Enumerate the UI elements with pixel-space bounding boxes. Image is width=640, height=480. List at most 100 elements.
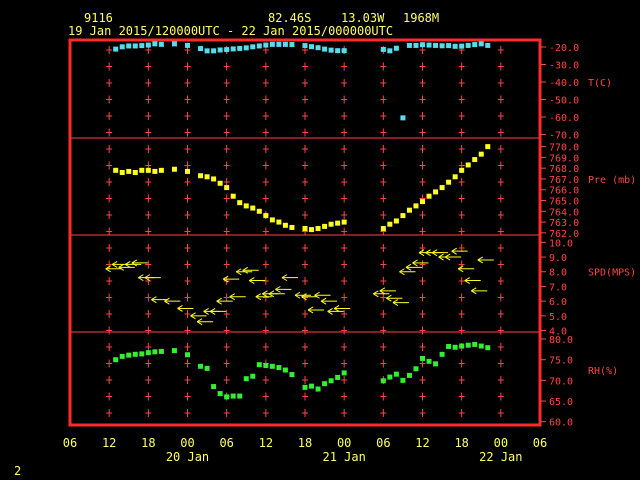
data-point xyxy=(322,46,328,52)
y-tick-label: 765.0 xyxy=(549,197,579,208)
data-point xyxy=(171,41,177,47)
data-point xyxy=(198,363,204,369)
data-point xyxy=(420,199,425,205)
data-point xyxy=(465,162,471,168)
y-tick-label: 763.0 xyxy=(549,218,579,229)
y-tick-label: 70.0 xyxy=(549,376,573,387)
x-tick-label: 18 xyxy=(141,436,155,450)
data-point xyxy=(433,361,439,367)
grid-crosses xyxy=(106,46,504,417)
data-point xyxy=(439,185,445,191)
data-point xyxy=(341,219,347,225)
x-tick-label: 18 xyxy=(454,436,468,450)
data-point xyxy=(237,45,243,51)
data-point xyxy=(237,393,243,399)
data-point xyxy=(230,46,236,52)
x-tick-label: 00 xyxy=(180,436,194,450)
data-point xyxy=(289,372,295,378)
data-point xyxy=(289,42,295,48)
data-point xyxy=(276,365,282,371)
data-point xyxy=(393,371,399,377)
y-tick-label: 9.0 xyxy=(549,253,567,264)
data-point xyxy=(380,46,386,52)
data-point xyxy=(413,42,419,48)
data-point xyxy=(158,41,164,47)
data-point xyxy=(393,45,399,51)
y-tick-label: -40.0 xyxy=(549,78,579,89)
panel-label: T(C) xyxy=(588,78,612,89)
data-point xyxy=(485,42,491,48)
data-point xyxy=(158,167,164,173)
data-point xyxy=(185,352,190,358)
data-point xyxy=(472,341,478,347)
data-point xyxy=(211,176,217,182)
data-point xyxy=(139,43,145,49)
meteogram-chart: -20.0-30.0-40.0-50.0-60.0-70.0T(C)770.07… xyxy=(63,38,636,464)
data-point xyxy=(387,221,393,227)
x-tick-label: 00 xyxy=(494,436,508,450)
data-point xyxy=(204,174,210,180)
data-point xyxy=(328,47,334,53)
data-point xyxy=(204,365,210,371)
y-tick-label: -30.0 xyxy=(549,61,579,72)
data-point xyxy=(145,42,151,48)
data-point xyxy=(211,384,217,390)
data-point xyxy=(322,381,328,387)
data-point xyxy=(224,394,230,400)
data-point xyxy=(400,115,406,121)
data-point xyxy=(217,391,223,397)
data-point xyxy=(309,227,315,233)
data-point xyxy=(113,46,119,52)
data-point xyxy=(413,203,419,209)
data-point xyxy=(485,345,491,351)
y-tick-label: 80.0 xyxy=(549,335,573,346)
data-point xyxy=(433,42,439,48)
y-tick-label: 766.0 xyxy=(549,186,579,197)
data-point xyxy=(380,226,386,232)
data-point xyxy=(250,373,256,379)
data-point xyxy=(465,42,471,48)
x-date-label: 20 Jan xyxy=(166,450,209,464)
data-point xyxy=(406,372,412,378)
data-point xyxy=(341,48,347,54)
data-point xyxy=(263,213,269,219)
data-point xyxy=(217,47,223,53)
data-point xyxy=(243,203,249,209)
data-point xyxy=(269,363,275,369)
data-point xyxy=(433,189,439,195)
data-point xyxy=(459,167,465,173)
y-tick-label: -70.0 xyxy=(549,131,579,142)
data-point xyxy=(322,223,328,229)
data-point xyxy=(478,41,484,47)
data-point xyxy=(315,386,321,392)
data-point xyxy=(269,41,275,47)
data-point xyxy=(452,344,458,350)
y-tick-label: 60.0 xyxy=(549,418,573,429)
data-point xyxy=(302,384,308,390)
data-point xyxy=(250,44,256,50)
data-point xyxy=(132,351,138,357)
data-point xyxy=(276,41,282,47)
y-tick-label: 768.0 xyxy=(549,164,579,175)
x-tick-label: 18 xyxy=(298,436,312,450)
data-point xyxy=(171,166,177,172)
data-point xyxy=(426,193,432,199)
x-tick-label: 00 xyxy=(337,436,351,450)
y-tick-label: 5.0 xyxy=(549,312,567,323)
data-point xyxy=(387,374,393,380)
x-tick-label: 06 xyxy=(533,436,547,450)
data-point xyxy=(439,43,445,49)
data-point xyxy=(119,353,125,359)
data-point xyxy=(413,366,419,372)
series-0 xyxy=(113,41,491,121)
data-point xyxy=(341,370,347,376)
x-date-label: 21 Jan xyxy=(322,450,365,464)
data-point xyxy=(224,185,230,191)
data-point xyxy=(132,43,138,49)
data-point xyxy=(237,200,243,206)
data-point xyxy=(400,213,406,219)
data-point xyxy=(380,378,386,384)
data-point xyxy=(198,173,204,179)
data-point xyxy=(152,349,158,355)
data-point xyxy=(335,374,341,380)
